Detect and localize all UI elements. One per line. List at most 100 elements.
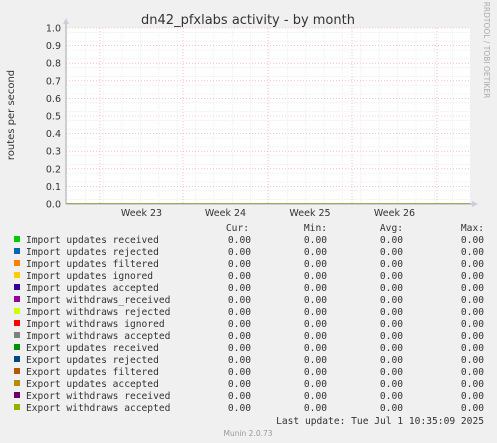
y-axis-arrow-icon	[63, 18, 69, 24]
legend-label: Import updates ignored	[26, 271, 153, 282]
legend-cur-value: 0.00	[228, 343, 251, 354]
legend-min-value: 0.00	[304, 391, 327, 402]
legend-max-value: 0.00	[461, 355, 484, 366]
legend-swatch	[14, 368, 20, 374]
legend-cur-value: 0.00	[228, 355, 251, 366]
legend-label: Export updates accepted	[26, 379, 159, 390]
x-axis-arrow-icon	[472, 201, 478, 207]
legend-max-value: 0.00	[461, 307, 484, 318]
legend-avg-value: 0.00	[380, 295, 403, 306]
y-tick-label: 0.7	[46, 76, 61, 87]
legend-min-value: 0.00	[304, 403, 327, 414]
x-tick-label: Week 23	[121, 208, 162, 219]
legend-min-value: 0.00	[304, 319, 327, 330]
legend-label: Import withdraws_received	[26, 295, 170, 306]
legend-cur-value: 0.00	[228, 307, 251, 318]
legend-min-value: 0.00	[304, 331, 327, 342]
legend-min-value: 0.00	[304, 295, 327, 306]
legend-avg-value: 0.00	[380, 355, 403, 366]
legend-avg-value: 0.00	[380, 343, 403, 354]
legend-min-value: 0.00	[304, 235, 327, 246]
legend-avg-value: 0.00	[380, 235, 403, 246]
legend-min-value: 0.00	[304, 307, 327, 318]
legend-label: Import withdraws rejected	[26, 307, 170, 318]
munin-version: Munin 2.0.73	[223, 429, 272, 438]
legend-avg-value: 0.00	[380, 283, 403, 294]
legend: Import updates received 0.00 0.00 0.00 0.00I…	[14, 235, 484, 414]
y-tick-label: 0.1	[46, 182, 61, 193]
legend-swatch	[14, 272, 20, 278]
legend-avg-value: 0.00	[380, 391, 403, 402]
legend-avg-value: 0.00	[380, 307, 403, 318]
legend-min-value: 0.00	[304, 379, 327, 390]
legend-label: Import withdraws accepted	[26, 331, 170, 342]
legend-avg-value: 0.00	[380, 247, 403, 258]
y-tick-label: 0.3	[46, 147, 61, 158]
legend-label: Export updates received	[26, 343, 159, 354]
legend-swatch	[14, 392, 20, 398]
y-tick-label: 0.2	[46, 164, 61, 175]
legend-min-value: 0.00	[304, 271, 327, 282]
x-tick-label: Week 25	[289, 208, 330, 219]
legend-swatch	[14, 260, 20, 266]
legend-max-value: 0.00	[461, 403, 484, 414]
y-tick-label: 1.0	[46, 24, 61, 35]
legend-min-value: 0.00	[304, 355, 327, 366]
x-tick-label: Week 26	[374, 208, 415, 219]
legend-label: Import updates received	[26, 235, 159, 246]
legend-avg-value: 0.00	[380, 403, 403, 414]
legend-max-value: 0.00	[461, 319, 484, 330]
y-tick-label: 0.0	[46, 200, 61, 211]
legend-cur-value: 0.00	[228, 259, 251, 270]
legend-cur-value: 0.00	[228, 367, 251, 378]
legend-label: Export updates rejected	[26, 355, 159, 366]
y-axis-label: routes per second	[6, 70, 17, 160]
legend-avg-value: 0.00	[380, 271, 403, 282]
y-ticks: 0.0 0.1 0.2 0.3 0.4 0.5 0.6 0.7 0.8 0.9 1.0	[46, 24, 61, 211]
legend-swatch	[14, 320, 20, 326]
legend-cur-value: 0.00	[228, 379, 251, 390]
legend-min-value: 0.00	[304, 343, 327, 354]
y-tick-label: 0.9	[46, 41, 61, 52]
legend-header-min: Min:	[304, 223, 327, 234]
legend-swatch	[14, 344, 20, 350]
legend-cur-value: 0.00	[228, 235, 251, 246]
legend-swatch	[14, 404, 20, 410]
legend-swatch	[14, 236, 20, 242]
legend-max-value: 0.00	[461, 247, 484, 258]
legend-header-max: Max:	[461, 223, 484, 234]
legend-header-cur: Cur:	[226, 223, 249, 234]
legend-cur-value: 0.00	[228, 247, 251, 258]
legend-swatch	[14, 380, 20, 386]
legend-avg-value: 0.00	[380, 379, 403, 390]
legend-avg-value: 0.00	[380, 319, 403, 330]
legend-label: Import withdraws ignored	[26, 319, 165, 330]
legend-swatch	[14, 248, 20, 254]
last-update: Last update: Tue Jul 1 10:35:09 2025	[276, 416, 484, 427]
legend-min-value: 0.00	[304, 283, 327, 294]
y-tick-label: 0.5	[46, 112, 61, 123]
legend-swatch	[14, 296, 20, 302]
legend-label: Export withdraws received	[26, 391, 170, 402]
legend-max-value: 0.00	[461, 259, 484, 270]
legend-max-value: 0.00	[461, 343, 484, 354]
legend-swatch	[14, 284, 20, 290]
legend-avg-value: 0.00	[380, 331, 403, 342]
legend-avg-value: 0.00	[380, 259, 403, 270]
legend-max-value: 0.00	[461, 295, 484, 306]
legend-max-value: 0.00	[461, 367, 484, 378]
legend-avg-value: 0.00	[380, 367, 403, 378]
chart: dn42_pfxlabs activity - by month routes …	[6, 2, 491, 438]
y-tick-label: 0.6	[46, 94, 61, 105]
legend-max-value: 0.00	[461, 235, 484, 246]
legend-label: Export updates filtered	[26, 367, 159, 378]
x-tick-label: Week 24	[205, 208, 246, 219]
legend-cur-value: 0.00	[228, 295, 251, 306]
legend-swatch	[14, 332, 20, 338]
legend-cur-value: 0.00	[228, 391, 251, 402]
legend-cur-value: 0.00	[228, 283, 251, 294]
legend-swatch	[14, 356, 20, 362]
legend-swatch	[14, 308, 20, 314]
x-ticks: Week 23 Week 24 Week 25 Week 26	[121, 208, 415, 219]
legend-min-value: 0.00	[304, 259, 327, 270]
